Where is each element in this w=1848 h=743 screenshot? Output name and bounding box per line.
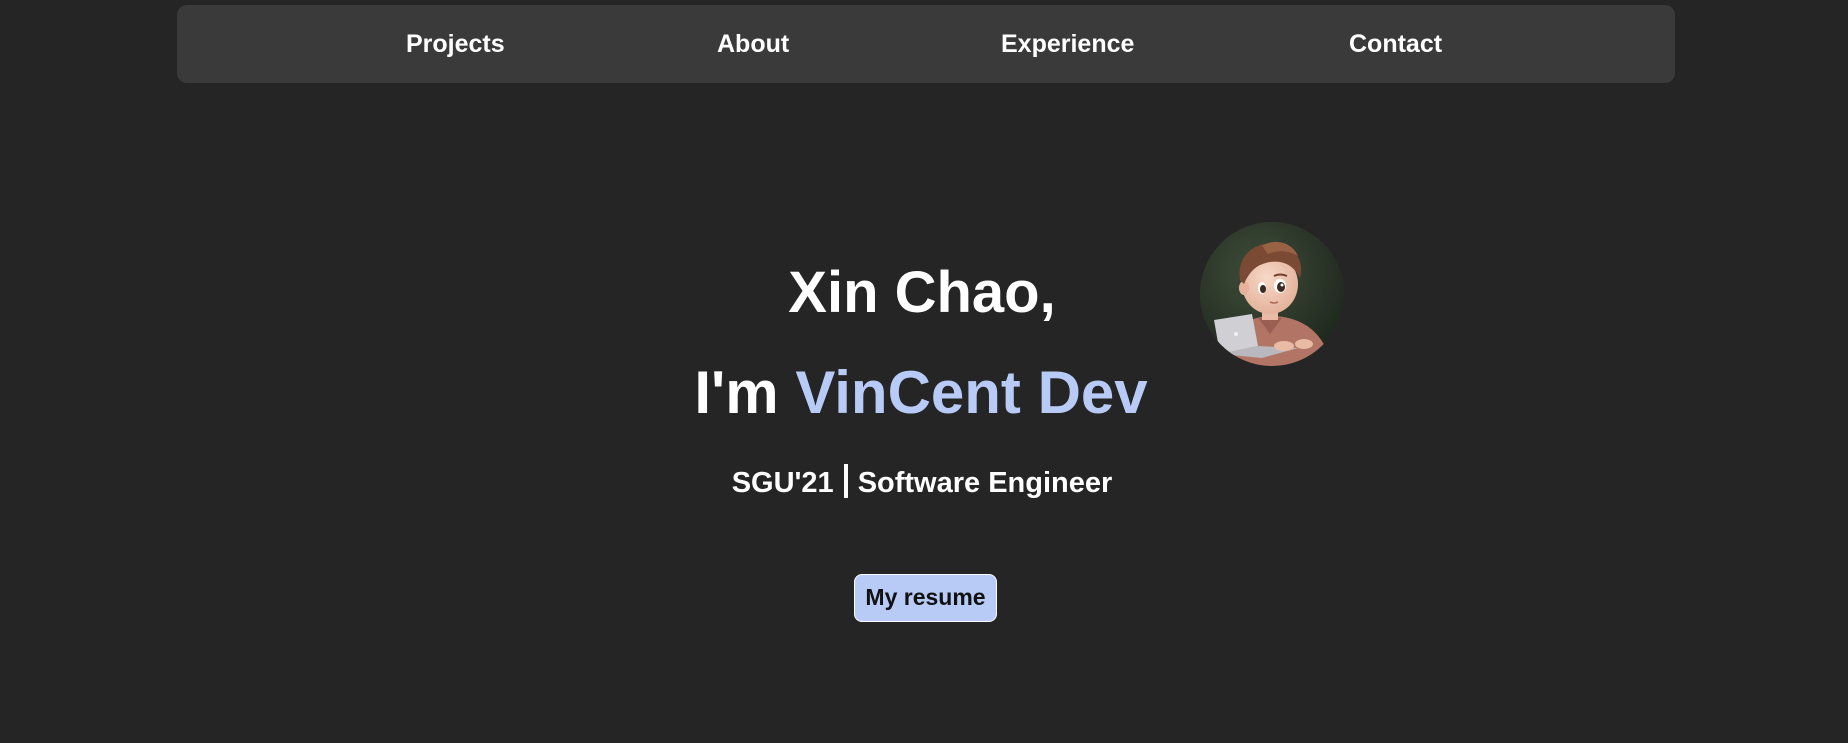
subtitle-school: SGU'21	[731, 467, 834, 499]
cartoon-boy-avatar-icon	[1200, 222, 1344, 366]
hero-greeting-row: Xin Chao,	[0, 258, 1848, 328]
hero-greeting: Xin Chao,	[788, 260, 1056, 325]
hero-subtitle-row: SGU'21 Software Engineer	[0, 463, 1848, 503]
top-navbar: Projects About Experience Contact	[177, 5, 1675, 83]
intro-prefix: I'm	[694, 359, 779, 426]
hero-subtitle: SGU'21 Software Engineer	[731, 463, 1113, 503]
nav-link-about[interactable]: About	[717, 5, 789, 83]
resume-button[interactable]: My resume	[854, 574, 997, 622]
subtitle-role: Software Engineer	[857, 467, 1113, 499]
hero-name: VinCent Dev	[795, 359, 1148, 426]
hero-intro: I'm VinCent Dev	[694, 357, 1147, 429]
hero-intro-row: I'm VinCent Dev	[0, 357, 1848, 429]
nav-link-projects[interactable]: Projects	[406, 5, 505, 83]
avatar	[1200, 222, 1344, 366]
nav-link-contact[interactable]: Contact	[1349, 5, 1442, 83]
nav-link-experience[interactable]: Experience	[1001, 5, 1134, 83]
subtitle-divider	[843, 464, 848, 498]
